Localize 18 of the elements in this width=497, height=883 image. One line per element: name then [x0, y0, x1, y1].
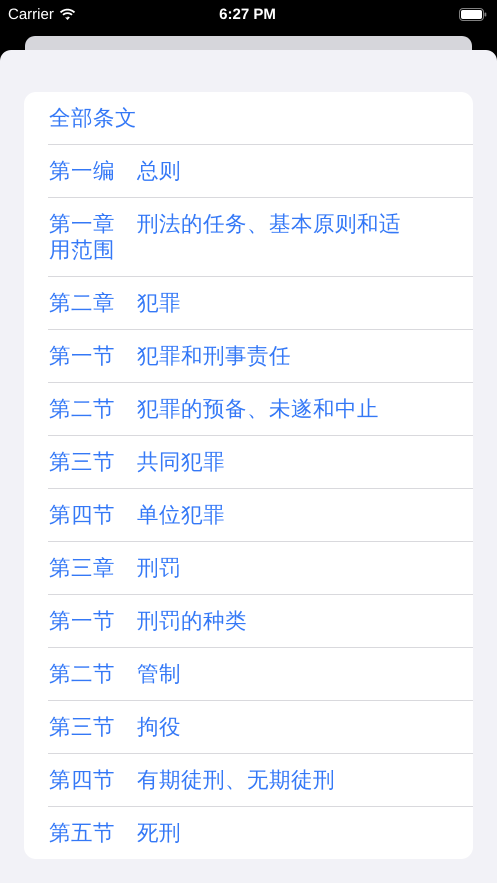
list-item[interactable]: 第一编 总则 [49, 158, 413, 184]
list-item[interactable]: 第二章 犯罪 [49, 290, 413, 316]
list-item[interactable]: 第三节 拘役 [49, 714, 413, 740]
list-item[interactable]: 第三章 刑罚 [49, 555, 413, 581]
battery-icon [458, 8, 487, 20]
list-item[interactable]: 全部条文 [49, 105, 413, 131]
list-item[interactable]: 第二节 管制 [49, 661, 413, 687]
list-item[interactable]: 第一节 刑罚的种类 [49, 608, 413, 634]
list-item[interactable]: 第五节 死刑 [49, 820, 413, 846]
carrier-name: Carrier [8, 6, 54, 22]
list-item[interactable]: 第一章 刑法的任务、基本原则和适用范围 [49, 211, 413, 263]
clock-time: 6:27 PM [219, 6, 276, 22]
list-item[interactable]: 第二节 犯罪的预备、未遂和中止 [49, 396, 413, 422]
list-item[interactable]: 第四节 单位犯罪 [49, 502, 413, 528]
list-item[interactable]: 第一节 犯罪和刑事责任 [49, 343, 413, 369]
list-item[interactable]: 第四节 有期徒刑、无期徒刑 [49, 767, 413, 793]
list-item[interactable]: 第三节 共同犯罪 [49, 449, 413, 475]
wifi-icon [58, 8, 76, 20]
